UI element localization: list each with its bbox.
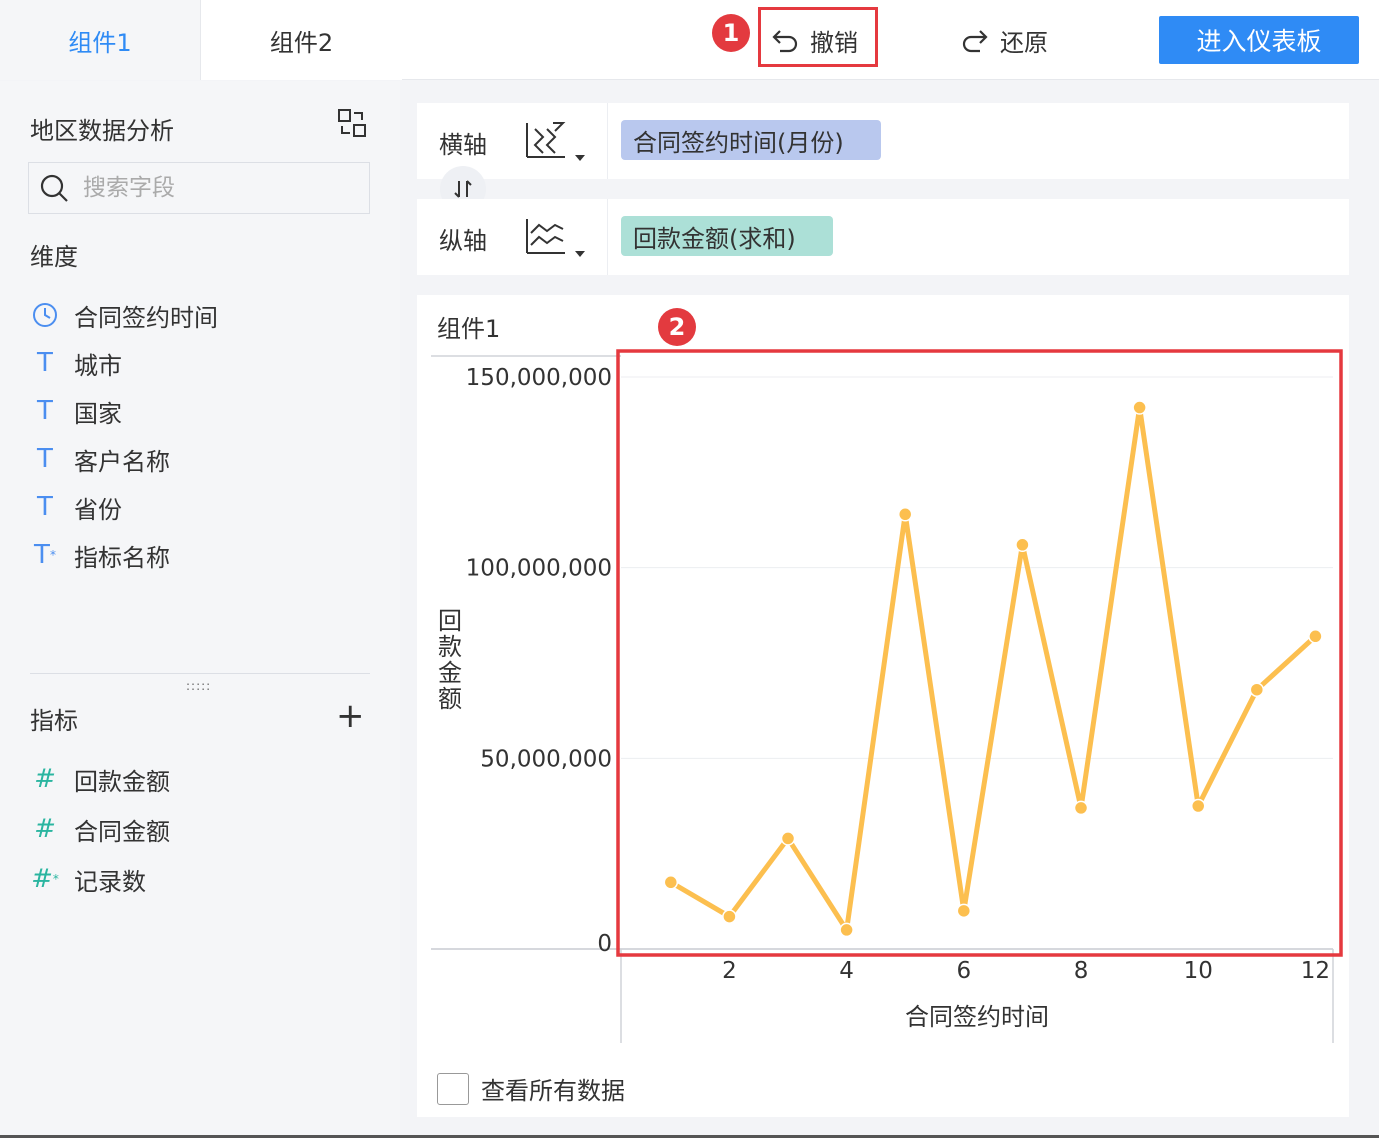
number-type-icon: # xyxy=(34,764,56,794)
data-point xyxy=(663,875,679,890)
dimension-field-province[interactable]: T 省份 xyxy=(32,487,122,527)
y-tick-label: 50,000,000 xyxy=(480,746,612,772)
y-axis-title: 回款金额 xyxy=(438,607,462,713)
add-measure-button[interactable]: + xyxy=(336,699,365,733)
callout-badge-1: 1 xyxy=(712,14,750,52)
x-tick-label: 4 xyxy=(839,958,854,984)
measure-field-record-count[interactable]: # * 记录数 xyxy=(31,859,146,899)
x-tick-label: 12 xyxy=(1301,958,1330,984)
x-axis-row: 横轴 合同签约时间(月份) xyxy=(417,103,1349,179)
x-tick-label: 10 xyxy=(1184,958,1213,984)
x-tick-label: 8 xyxy=(1074,958,1089,984)
dimension-field-contract-time[interactable]: 合同签约时间 xyxy=(32,295,218,335)
panel-divider xyxy=(30,673,370,674)
field-label: 合同金额 xyxy=(74,817,170,846)
dimension-field-city[interactable]: T 城市 xyxy=(32,343,122,383)
measure-field-contract-amount[interactable]: # 合同金额 xyxy=(32,809,170,849)
number-calculated-icon: # * xyxy=(31,864,59,894)
undo-button[interactable]: 撤销 xyxy=(770,0,858,80)
chart-card: 组件1 回款金额 合同签约时间 0 50,000,000 100,000,000 15… xyxy=(417,295,1349,1117)
data-point xyxy=(956,903,972,919)
drag-handle-icon[interactable]: ::::: xyxy=(186,679,211,693)
x-tick-label: 2 xyxy=(722,958,737,984)
dimension-field-metric-name[interactable]: T * 指标名称 xyxy=(32,535,170,575)
y-tick-label: 150,000,000 xyxy=(466,365,612,391)
dimension-field-customer[interactable]: T 客户名称 xyxy=(32,439,170,479)
data-point xyxy=(722,909,737,924)
top-bar: 组件1 组件2 1 撤销 还原 进入仪表板 xyxy=(0,0,1379,80)
data-point xyxy=(1249,682,1265,697)
text-type-icon: T xyxy=(37,348,53,378)
search-icon xyxy=(40,174,68,202)
search-field[interactable] xyxy=(28,162,370,214)
field-label: 客户名称 xyxy=(74,447,170,476)
tab-component-2[interactable]: 组件2 xyxy=(201,0,402,80)
text-type-icon: T xyxy=(37,396,53,426)
series-line xyxy=(669,405,1318,933)
field-label: 记录数 xyxy=(74,867,146,896)
measure-field-payment[interactable]: # 回款金额 xyxy=(32,759,170,799)
data-point xyxy=(897,507,913,522)
measure-section-label: 指标 xyxy=(30,707,78,735)
x-axis-label: 横轴 xyxy=(439,131,487,159)
field-label: 指标名称 xyxy=(74,543,170,572)
undo-label: 撤销 xyxy=(810,28,858,57)
field-label: 城市 xyxy=(74,351,122,380)
redo-label: 还原 xyxy=(1000,28,1048,57)
x-axis-field-pill[interactable]: 合同签约时间(月份) xyxy=(621,120,881,160)
text-type-icon: T xyxy=(37,444,53,474)
y-axis-row: 纵轴 回款金额(求和) xyxy=(417,199,1349,275)
x-axis-sort-icon[interactable] xyxy=(523,119,595,165)
chart-highlight-box xyxy=(616,349,1343,957)
data-point xyxy=(780,831,796,846)
line-chart: 回款金额 合同签约时间 0 50,000,000 100,000,000 150,00… xyxy=(431,349,1343,1043)
search-input[interactable] xyxy=(83,175,343,201)
tab-component-1[interactable]: 组件1 xyxy=(0,0,201,80)
text-calculated-icon: T * xyxy=(34,540,56,570)
callout-badge-2: 2 xyxy=(658,308,696,346)
data-point xyxy=(1073,800,1089,816)
data-point xyxy=(1190,798,1206,814)
field-label: 回款金额 xyxy=(74,767,170,796)
y-axis-label: 纵轴 xyxy=(439,227,487,255)
field-label: 省份 xyxy=(74,495,122,524)
view-all-data-checkbox[interactable] xyxy=(437,1072,469,1105)
dimension-section-label: 维度 xyxy=(30,243,78,271)
y-tick-label: 100,000,000 xyxy=(466,556,612,582)
number-type-icon: # xyxy=(34,814,56,844)
dataset-title: 地区数据分析 xyxy=(30,117,174,145)
dimension-field-country[interactable]: T 国家 xyxy=(32,391,122,431)
redo-button[interactable]: 还原 xyxy=(960,0,1048,80)
axis-separator xyxy=(607,103,608,179)
data-point xyxy=(1015,537,1030,553)
field-label: 国家 xyxy=(74,399,122,428)
switch-dataset-icon[interactable] xyxy=(336,107,368,139)
y-tick-label: 0 xyxy=(597,931,612,957)
swap-icon xyxy=(454,180,472,198)
x-tick-label: 6 xyxy=(956,958,971,984)
clock-icon xyxy=(32,302,58,328)
text-type-icon: T xyxy=(37,492,53,522)
data-point xyxy=(839,922,854,938)
x-axis-title: 合同签约时间 xyxy=(905,1003,1049,1031)
y-axis-field-pill[interactable]: 回款金额(求和) xyxy=(621,216,833,256)
axis-separator xyxy=(607,199,608,275)
y-axis-chart-type-icon[interactable] xyxy=(523,215,595,261)
enter-dashboard-button[interactable]: 进入仪表板 xyxy=(1159,16,1359,64)
undo-icon xyxy=(772,30,798,53)
redo-icon xyxy=(962,30,988,53)
view-all-data-label: 查看所有数据 xyxy=(481,1077,625,1105)
data-point xyxy=(1132,400,1147,415)
view-all-data-toggle[interactable]: 查看所有数据 xyxy=(437,1071,625,1106)
data-point xyxy=(1308,629,1323,644)
field-label: 合同签约时间 xyxy=(74,303,218,332)
field-panel: 地区数据分析 维度 合同签约时间 T 城市 T 国家 T 客户名称 T 省份 T… xyxy=(0,81,400,1138)
